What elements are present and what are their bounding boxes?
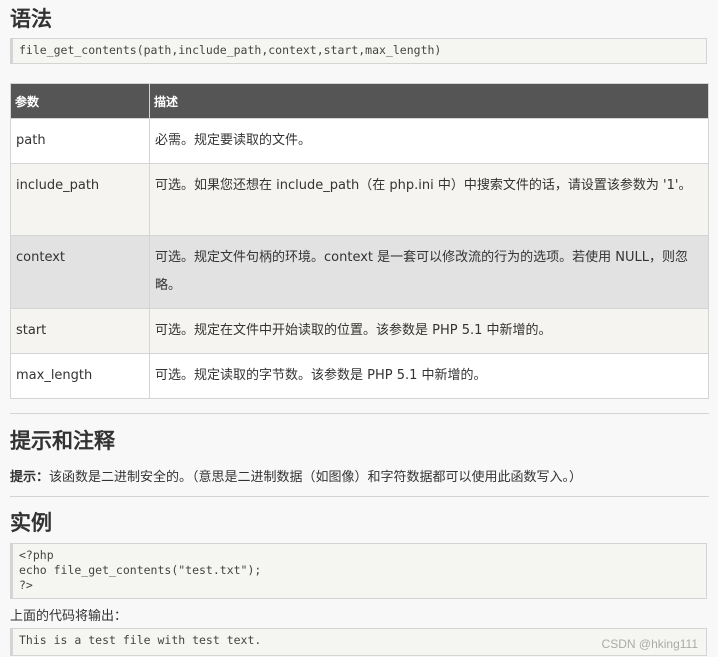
tip-note: 提示：该函数是二进制安全的。（意思是二进制数据（如图像）和字符数据都可以使用此函…: [10, 466, 582, 485]
tips-heading: 提示和注释: [10, 429, 115, 453]
param-description: 必需。规定要读取的文件。: [149, 118, 709, 164]
param-name: path: [10, 118, 150, 164]
param-description: 可选。规定在文件中开始读取的位置。该参数是 PHP 5.1 中新增的。: [149, 308, 709, 354]
header-description: 描述: [149, 83, 709, 119]
divider: [10, 496, 709, 497]
example-heading: 实例: [10, 511, 52, 535]
param-name: include_path: [10, 163, 150, 236]
tip-label: 提示：: [10, 470, 50, 485]
table-row: include_path 可选。如果您还想在 include_path（在 ph…: [10, 163, 709, 236]
param-name: max_length: [10, 353, 150, 399]
watermark: CSDN @hking111: [601, 637, 698, 651]
header-param: 参数: [10, 83, 150, 119]
table-row: max_length 可选。规定读取的字节数。该参数是 PHP 5.1 中新增的…: [10, 353, 709, 399]
table-row: context 可选。规定文件句柄的环境。context 是一套可以修改流的行为…: [10, 235, 709, 309]
example-code-block: <?php echo file_get_contents("test.txt")…: [10, 543, 707, 599]
syntax-heading: 语法: [10, 7, 52, 31]
divider: [10, 413, 709, 414]
param-description: 可选。规定文件句柄的环境。context 是一套可以修改流的行为的选项。若使用 …: [149, 235, 709, 309]
output-label: 上面的代码将输出：: [10, 609, 128, 624]
parameters-table: 参数 描述 path 必需。规定要读取的文件。 include_path 可选。…: [10, 83, 709, 399]
table-header-row: 参数 描述: [10, 83, 709, 119]
table-row: start 可选。规定在文件中开始读取的位置。该参数是 PHP 5.1 中新增的…: [10, 308, 709, 354]
tip-text: 该函数是二进制安全的。（意思是二进制数据（如图像）和字符数据都可以使用此函数写入…: [49, 470, 583, 485]
param-name: start: [10, 308, 150, 354]
param-description: 可选。规定读取的字节数。该参数是 PHP 5.1 中新增的。: [149, 353, 709, 399]
param-name: context: [10, 235, 150, 309]
param-description: 可选。如果您还想在 include_path（在 php.ini 中）中搜索文件…: [149, 163, 709, 236]
table-row: path 必需。规定要读取的文件。: [10, 118, 709, 164]
syntax-code-block: file_get_contents(path,include_path,cont…: [10, 38, 707, 64]
